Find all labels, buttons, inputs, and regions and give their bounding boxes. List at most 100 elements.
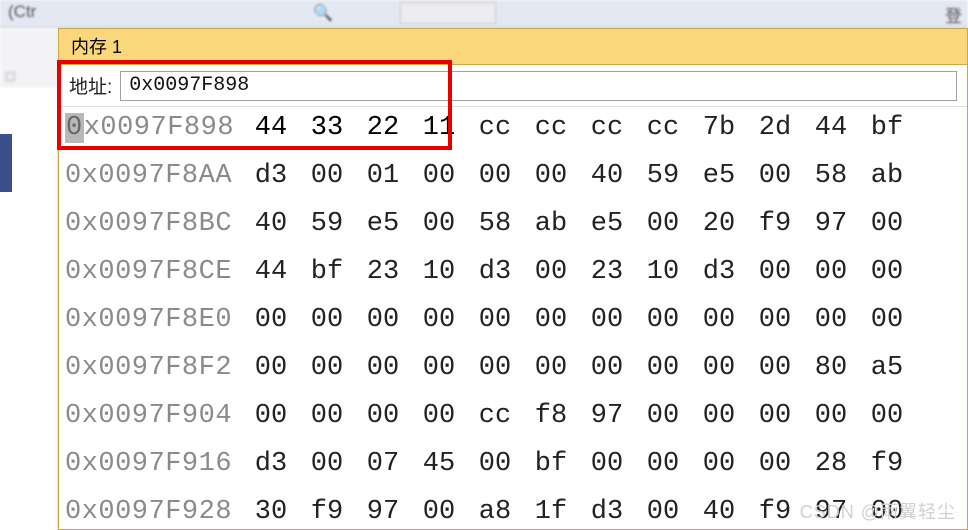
memory-address[interactable]: 0x0097F904 <box>59 401 243 431</box>
memory-byte[interactable]: cc <box>523 113 579 143</box>
memory-byte[interactable]: 00 <box>579 305 635 335</box>
memory-hex-view[interactable]: 0x0097F89844332211cccccccc7b2d44bf0x0097… <box>59 107 967 529</box>
memory-byte[interactable]: 00 <box>747 353 803 383</box>
memory-byte[interactable]: 11 <box>411 113 467 143</box>
memory-byte[interactable]: 00 <box>635 209 691 239</box>
memory-byte[interactable]: 44 <box>243 113 299 143</box>
memory-byte[interactable]: 07 <box>355 449 411 479</box>
memory-byte[interactable]: 40 <box>691 497 747 527</box>
memory-row[interactable]: 0x0097F89844332211cccccccc7b2d44bf <box>59 113 967 161</box>
memory-row[interactable]: 0x0097F8AAd300010000004059e50058ab <box>59 161 967 209</box>
memory-byte[interactable]: 97 <box>355 497 411 527</box>
memory-byte[interactable]: 00 <box>859 401 915 431</box>
memory-byte[interactable]: 00 <box>467 161 523 191</box>
memory-bytes[interactable]: 44332211cccccccc7b2d44bf <box>243 113 915 143</box>
memory-byte[interactable]: 00 <box>579 449 635 479</box>
memory-byte[interactable]: 00 <box>691 353 747 383</box>
memory-byte[interactable]: 00 <box>299 305 355 335</box>
memory-byte[interactable]: d3 <box>243 449 299 479</box>
memory-byte[interactable]: 00 <box>859 257 915 287</box>
memory-byte[interactable]: 00 <box>243 353 299 383</box>
memory-byte[interactable]: 00 <box>635 353 691 383</box>
memory-byte[interactable]: e5 <box>579 209 635 239</box>
memory-byte[interactable]: 40 <box>579 161 635 191</box>
memory-byte[interactable]: 2d <box>747 113 803 143</box>
memory-byte[interactable]: 40 <box>243 209 299 239</box>
memory-bytes[interactable]: d300010000004059e50058ab <box>243 161 915 191</box>
memory-byte[interactable]: 00 <box>859 305 915 335</box>
memory-byte[interactable]: 00 <box>411 353 467 383</box>
memory-byte[interactable]: ab <box>523 209 579 239</box>
memory-byte[interactable]: 00 <box>635 449 691 479</box>
memory-byte[interactable]: d3 <box>467 257 523 287</box>
memory-row[interactable]: 0x0097F8E0000000000000000000000000 <box>59 305 967 353</box>
memory-address[interactable]: 0x0097F8CE <box>59 257 243 287</box>
memory-byte[interactable]: 00 <box>299 449 355 479</box>
memory-byte[interactable]: 7b <box>691 113 747 143</box>
memory-byte[interactable]: 00 <box>299 161 355 191</box>
memory-bytes[interactable]: 4059e50058abe50020f99700 <box>243 209 915 239</box>
memory-byte[interactable]: 00 <box>803 305 859 335</box>
memory-address[interactable]: 0x0097F928 <box>59 497 243 527</box>
memory-byte[interactable]: d3 <box>691 257 747 287</box>
memory-byte[interactable]: e5 <box>691 161 747 191</box>
memory-byte[interactable]: 00 <box>355 353 411 383</box>
memory-byte[interactable]: 00 <box>523 353 579 383</box>
memory-byte[interactable]: 00 <box>355 401 411 431</box>
memory-byte[interactable]: f9 <box>747 497 803 527</box>
memory-byte[interactable]: 00 <box>803 257 859 287</box>
memory-row[interactable]: 0x0097F8CE44bf2310d3002310d3000000 <box>59 257 967 305</box>
memory-byte[interactable]: 23 <box>355 257 411 287</box>
memory-byte[interactable]: 00 <box>467 305 523 335</box>
memory-byte[interactable]: cc <box>579 113 635 143</box>
memory-byte[interactable]: f9 <box>747 209 803 239</box>
memory-byte[interactable]: 00 <box>411 161 467 191</box>
memory-byte[interactable]: f9 <box>859 449 915 479</box>
memory-window-title[interactable]: 内存 1 <box>59 29 967 65</box>
memory-byte[interactable]: 00 <box>467 449 523 479</box>
memory-byte[interactable]: 80 <box>803 353 859 383</box>
memory-byte[interactable]: f9 <box>299 497 355 527</box>
memory-bytes[interactable]: 00000000ccf8970000000000 <box>243 401 915 431</box>
memory-address[interactable]: 0x0097F8AA <box>59 161 243 191</box>
memory-byte[interactable]: bf <box>523 449 579 479</box>
memory-byte[interactable]: 44 <box>243 257 299 287</box>
memory-byte[interactable]: a5 <box>859 353 915 383</box>
memory-byte[interactable]: 1f <box>523 497 579 527</box>
memory-byte[interactable]: 00 <box>411 401 467 431</box>
memory-byte[interactable]: 10 <box>635 257 691 287</box>
memory-byte[interactable]: bf <box>859 113 915 143</box>
memory-byte[interactable]: 58 <box>803 161 859 191</box>
memory-byte[interactable]: 59 <box>635 161 691 191</box>
memory-byte[interactable]: a8 <box>467 497 523 527</box>
memory-byte[interactable]: ab <box>859 161 915 191</box>
memory-bytes[interactable]: 44bf2310d3002310d3000000 <box>243 257 915 287</box>
memory-address[interactable]: 0x0097F8E0 <box>59 305 243 335</box>
memory-byte[interactable]: 00 <box>355 305 411 335</box>
memory-byte[interactable]: 01 <box>355 161 411 191</box>
memory-byte[interactable]: 00 <box>691 401 747 431</box>
memory-byte[interactable]: 00 <box>467 353 523 383</box>
memory-byte[interactable]: 00 <box>747 449 803 479</box>
memory-byte[interactable]: 00 <box>523 257 579 287</box>
memory-byte[interactable]: 00 <box>691 449 747 479</box>
memory-bytes[interactable]: 0000000000000000000080a5 <box>243 353 915 383</box>
memory-byte[interactable]: 00 <box>523 305 579 335</box>
memory-byte[interactable]: 00 <box>859 209 915 239</box>
memory-bytes[interactable]: 000000000000000000000000 <box>243 305 915 335</box>
memory-byte[interactable]: 97 <box>579 401 635 431</box>
memory-byte[interactable]: 30 <box>243 497 299 527</box>
memory-byte[interactable]: 28 <box>803 449 859 479</box>
memory-byte[interactable]: 00 <box>747 401 803 431</box>
memory-byte[interactable]: 00 <box>243 305 299 335</box>
memory-byte[interactable]: 44 <box>803 113 859 143</box>
memory-row[interactable]: 0x0097F8F20000000000000000000080a5 <box>59 353 967 401</box>
memory-byte[interactable]: 59 <box>299 209 355 239</box>
memory-byte[interactable]: 58 <box>467 209 523 239</box>
memory-byte[interactable]: cc <box>467 113 523 143</box>
memory-byte[interactable]: 10 <box>411 257 467 287</box>
memory-byte[interactable]: 00 <box>747 161 803 191</box>
memory-address[interactable]: 0x0097F8BC <box>59 209 243 239</box>
memory-byte[interactable]: 22 <box>355 113 411 143</box>
memory-byte[interactable]: 00 <box>691 305 747 335</box>
